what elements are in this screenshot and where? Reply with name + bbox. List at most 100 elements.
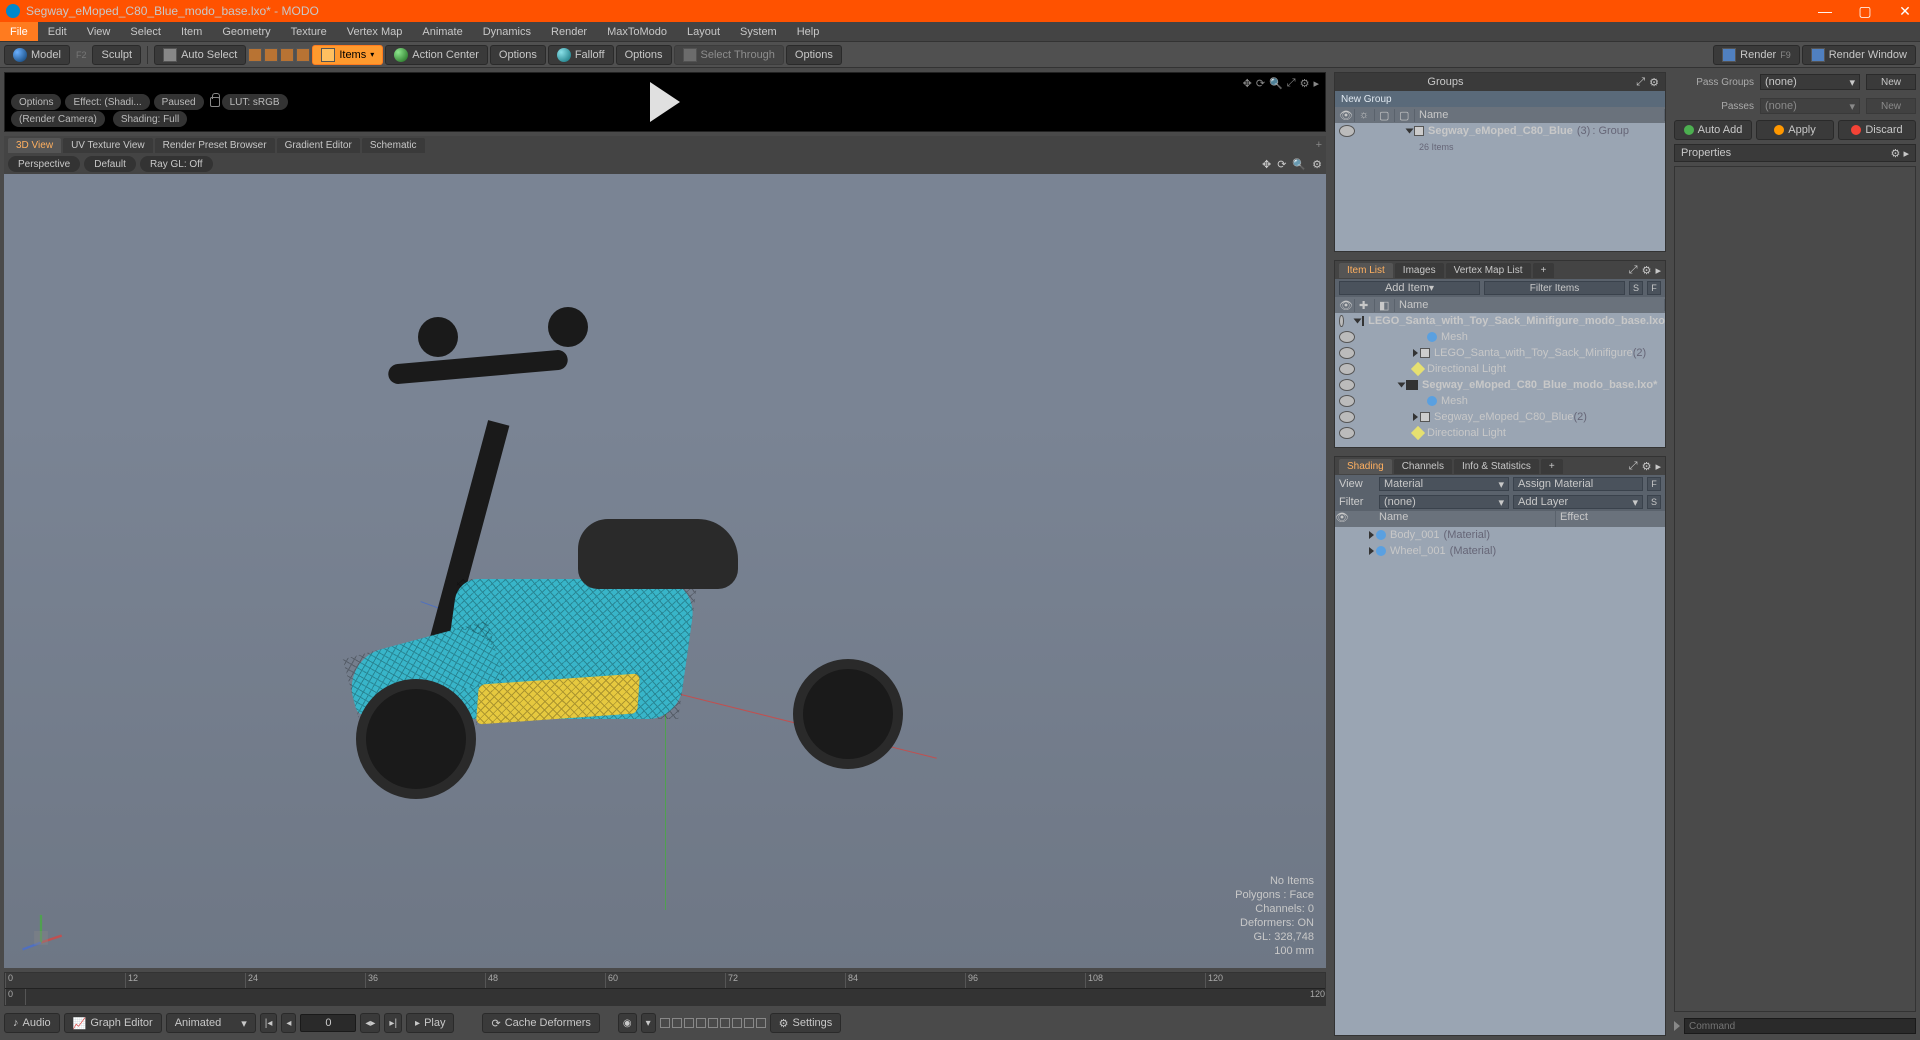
eye-icon[interactable]: [1339, 347, 1355, 359]
gear4-icon[interactable]: ⚙: [1649, 76, 1659, 89]
item-row[interactable]: Segway_eMoped_C80_Blue (2): [1335, 409, 1665, 425]
lock-col[interactable]: ▢: [1375, 109, 1395, 122]
item-row[interactable]: Directional Light: [1335, 361, 1665, 377]
refresh-icon[interactable]: ⟳: [1256, 77, 1265, 90]
skip-start-button[interactable]: |◂: [260, 1013, 278, 1033]
tool-icon-1[interactable]: [660, 1018, 670, 1028]
tool-icon-7[interactable]: [732, 1018, 742, 1028]
vp-default[interactable]: Default: [84, 156, 136, 172]
menu-texture[interactable]: Texture: [281, 22, 337, 41]
tool-icon-8[interactable]: [744, 1018, 754, 1028]
addlayer-dropdown[interactable]: Add Layer▾: [1513, 495, 1643, 509]
audio-button[interactable]: ♪Audio: [4, 1013, 60, 1033]
tool-icon-2[interactable]: [672, 1018, 682, 1028]
menu-file[interactable]: File: [0, 22, 38, 41]
item-row[interactable]: LEGO_Santa_with_Toy_Sack_Minifigure_modo…: [1335, 313, 1665, 329]
il-color[interactable]: ◧: [1375, 299, 1395, 312]
new-group-button[interactable]: New Group: [1335, 91, 1665, 107]
iltab-1[interactable]: Images: [1395, 263, 1444, 278]
assign-material-field[interactable]: Assign Material: [1513, 477, 1643, 491]
expand-tri-icon[interactable]: [1369, 547, 1374, 555]
passes-dropdown[interactable]: (none)▾: [1760, 98, 1860, 114]
gear2-icon[interactable]: ⚙: [1312, 158, 1322, 171]
menu-view[interactable]: View: [77, 22, 121, 41]
graph-editor-button[interactable]: 📈Graph Editor: [64, 1013, 162, 1033]
apply-button[interactable]: Apply: [1756, 120, 1834, 140]
filter-items[interactable]: Filter Items: [1484, 281, 1625, 295]
menu-help[interactable]: Help: [787, 22, 830, 41]
expand-tri-icon[interactable]: [1413, 413, 1418, 421]
falloff-button[interactable]: Falloff: [548, 45, 614, 65]
assign-f[interactable]: F: [1647, 477, 1661, 491]
menu-geometry[interactable]: Geometry: [212, 22, 280, 41]
filter-dropdown[interactable]: (none)▾: [1379, 495, 1509, 509]
eye-icon[interactable]: [1339, 379, 1355, 391]
expand-tri-icon[interactable]: [1398, 383, 1406, 388]
options2-button[interactable]: Options: [616, 45, 672, 65]
vp-raygl[interactable]: Ray GL: Off: [140, 156, 213, 172]
il-pin[interactable]: ✚: [1355, 299, 1375, 312]
iltab-0[interactable]: Item List: [1339, 263, 1393, 278]
command-input[interactable]: [1684, 1018, 1916, 1034]
model-button[interactable]: Model: [4, 45, 70, 65]
expand-tri-icon[interactable]: [1413, 349, 1418, 357]
tool-icon-9[interactable]: [756, 1018, 766, 1028]
prev-key-button[interactable]: ◂: [281, 1013, 296, 1033]
eye-icon[interactable]: [1339, 395, 1355, 407]
vertex-mode-icon[interactable]: [248, 48, 262, 62]
menu-layout[interactable]: Layout: [677, 22, 730, 41]
vp-perspective[interactable]: Perspective: [8, 156, 80, 172]
cache-deformers-button[interactable]: ⟳Cache Deformers: [482, 1013, 599, 1033]
shtab-add[interactable]: +: [1541, 459, 1563, 474]
frame-field[interactable]: [300, 1014, 356, 1032]
pan-icon[interactable]: ✥: [1262, 158, 1271, 171]
more3-icon[interactable]: ▸: [1655, 460, 1661, 473]
lock-icon[interactable]: [210, 97, 220, 107]
gear6-icon[interactable]: ⚙: [1642, 460, 1652, 473]
action-center-button[interactable]: Action Center: [385, 45, 488, 65]
minimize-button[interactable]: —: [1816, 3, 1834, 20]
shtab-1[interactable]: Channels: [1394, 459, 1452, 474]
move-icon[interactable]: ✥: [1243, 77, 1252, 90]
more-icon[interactable]: ▸: [1313, 77, 1319, 90]
items-button[interactable]: Items▾: [312, 45, 383, 65]
filter-f[interactable]: F: [1647, 281, 1661, 295]
gear-icon[interactable]: ⚙: [1300, 77, 1310, 90]
material-row[interactable]: Wheel_001(Material): [1335, 543, 1665, 559]
eye-icon[interactable]: [1339, 363, 1355, 375]
maximize-button[interactable]: ▢: [1856, 3, 1874, 20]
poly-mode-icon[interactable]: [280, 48, 294, 62]
il-eye[interactable]: 👁: [1335, 299, 1355, 312]
auto-add-button[interactable]: Auto Add: [1674, 120, 1752, 140]
sh-eye[interactable]: 👁: [1335, 511, 1375, 527]
shtab-0[interactable]: Shading: [1339, 459, 1392, 474]
tab-render-preset-browser[interactable]: Render Preset Browser: [155, 138, 275, 153]
auto-select-button[interactable]: Auto Select: [154, 45, 246, 65]
material-mode-icon[interactable]: [296, 48, 310, 62]
item-row[interactable]: LEGO_Santa_with_Toy_Sack_Minifigure (2): [1335, 345, 1665, 361]
layer-s[interactable]: S: [1647, 495, 1661, 509]
tab-3d-view[interactable]: 3D View: [8, 138, 61, 153]
tool-icon-3[interactable]: [684, 1018, 694, 1028]
add-tab-icon[interactable]: +: [1316, 139, 1322, 151]
timeline[interactable]: 01224364860728496108120 0120: [4, 972, 1326, 1006]
preview-camera[interactable]: (Render Camera): [11, 111, 105, 127]
expand-tri-icon[interactable]: [1369, 531, 1374, 539]
expand-tri-icon[interactable]: [1406, 129, 1414, 134]
eye-col[interactable]: 👁: [1335, 109, 1355, 122]
preview-paused[interactable]: Paused: [154, 94, 204, 110]
menu-edit[interactable]: Edit: [38, 22, 77, 41]
options1-button[interactable]: Options: [490, 45, 546, 65]
animated-dropdown[interactable]: Animated▾: [166, 1013, 256, 1033]
select-through-button[interactable]: Select Through: [674, 45, 784, 65]
tool-icon-4[interactable]: [696, 1018, 706, 1028]
close-button[interactable]: ✕: [1896, 3, 1914, 20]
passes-new-button[interactable]: New: [1866, 98, 1916, 114]
filter-s[interactable]: S: [1629, 281, 1643, 295]
menu-maxtomodo[interactable]: MaxToModo: [597, 22, 677, 41]
key-all-button[interactable]: ◉: [618, 1013, 637, 1033]
item-row[interactable]: Segway_eMoped_C80_Blue_modo_base.lxo*: [1335, 377, 1665, 393]
more2-icon[interactable]: ▸: [1655, 264, 1661, 277]
render-button[interactable]: RenderF9: [1713, 45, 1800, 65]
key-opts-button[interactable]: ▾: [641, 1013, 656, 1033]
